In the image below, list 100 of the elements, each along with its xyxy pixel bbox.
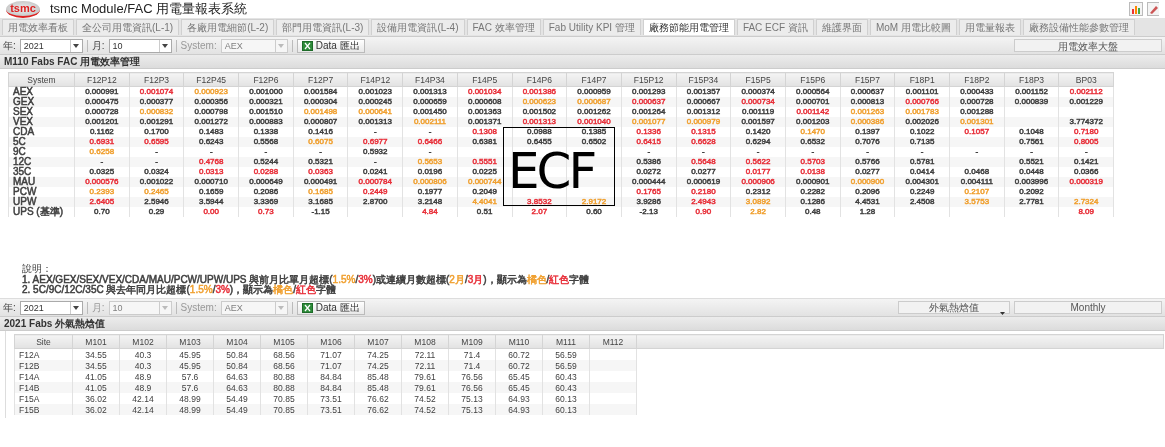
table-cell: 0.000491 <box>293 177 348 187</box>
table-cell: 0.001313 <box>347 117 403 127</box>
table-cell: 0.000728 <box>949 97 1005 107</box>
table-cell: 0.001313 <box>512 117 567 127</box>
table-cell: 0.000906 <box>730 177 786 187</box>
column-header: M110 <box>495 334 543 349</box>
table-cell: 54.49 <box>213 404 261 415</box>
tab[interactable]: MoM 用電比較圖 <box>869 19 957 35</box>
table-cell: 0.5551 <box>457 157 512 167</box>
table-cell: 0.29 <box>129 207 184 217</box>
table-cell: 3.5753 <box>949 197 1005 207</box>
table-cell: 84.84 <box>307 382 355 393</box>
export-button[interactable]: Data 匯出 <box>296 38 365 53</box>
column-header: M108 <box>401 334 449 349</box>
table-cell: 0.5653 <box>402 157 458 167</box>
spreadsheet-icon <box>301 302 313 313</box>
edit-icon[interactable] <box>1147 2 1159 16</box>
app-title: tsmc Module/FAC 用電量報表系統 <box>50 0 248 18</box>
tab[interactable]: 維護界面 <box>815 19 868 35</box>
column-header: F18P3 <box>1004 72 1059 87</box>
table-cell: 0.002111 <box>402 117 458 127</box>
tab[interactable]: FAC ECF 資訊 <box>736 19 814 35</box>
table-cell: 4.4041 <box>457 197 512 207</box>
row-header: 5C <box>8 137 75 147</box>
table-cell: 0.5321 <box>293 157 348 167</box>
table-cell: 0.5386 <box>621 157 677 167</box>
table-cell: 0.000444 <box>621 177 677 187</box>
export-button[interactable]: Data 匯出 <box>296 300 365 315</box>
table-cell: 74.52 <box>401 404 449 415</box>
table-cell: 0.5781 <box>894 157 950 167</box>
table-cell: 79.61 <box>401 382 449 393</box>
table-cell: 0.001203 <box>785 117 841 127</box>
row-header: VEX <box>8 117 75 127</box>
tab[interactable]: 用電效率看板 <box>2 19 74 35</box>
tab[interactable]: 全公司用電資訊(L-1) <box>76 19 180 35</box>
table-cell: 0.000659 <box>402 97 458 107</box>
period-button[interactable]: Monthly <box>1014 301 1162 314</box>
chart-icon[interactable] <box>1129 2 1143 16</box>
tab[interactable]: 廠務節能用電管理 <box>642 19 735 35</box>
table-cell: 0.003996 <box>1004 177 1059 187</box>
column-header: M101 <box>72 334 120 349</box>
table-cell: 0.00 <box>183 207 239 217</box>
table-cell: 40.3 <box>119 360 167 371</box>
dashboard-button[interactable]: 用電效率大盤 <box>1014 39 1162 52</box>
table-cell: 0.001291 <box>129 117 184 127</box>
caret-icon <box>162 305 169 310</box>
dropdown[interactable]: 2021 <box>19 38 83 53</box>
table-cell: 64.63 <box>213 382 261 393</box>
table-cell: - <box>129 157 184 167</box>
table-cell: 0.6294 <box>730 137 786 147</box>
table-cell: 0.5648 <box>676 157 731 167</box>
table-cell: 72.11 <box>401 360 449 371</box>
tab[interactable]: 部門用電資訊(L-3) <box>276 19 370 35</box>
table-cell: 3.0892 <box>730 197 786 207</box>
table-cell: 48.99 <box>166 404 214 415</box>
tab[interactable]: Fab Utility KPI 管理 <box>542 19 641 35</box>
tab[interactable]: 設備用電資訊(L-4) <box>371 19 465 35</box>
tab[interactable]: 用電量報表 <box>958 19 1021 35</box>
table-cell: 34.55 <box>72 360 120 371</box>
table-cell: 0.000883 <box>238 117 294 127</box>
row-header: F15B <box>14 404 73 415</box>
table-cell: 0.004111 <box>949 177 1005 187</box>
table-cell: 0.000304 <box>293 97 348 107</box>
column-header: F12P6 <box>238 72 294 87</box>
table-cell: 3.2148 <box>402 197 458 207</box>
table-cell: 0.000901 <box>785 177 841 187</box>
dropdown[interactable]: 10 <box>108 38 172 53</box>
dropdown[interactable]: 外氣熱焓值 <box>898 301 1010 314</box>
column-header: F14P7 <box>566 72 622 87</box>
tab[interactable]: FAC 效率管理 <box>466 19 541 35</box>
table-cell: 65.45 <box>495 382 543 393</box>
field-label: 年: <box>3 300 16 315</box>
table-cell: 45.95 <box>166 360 214 371</box>
table-cell: 0.70 <box>74 207 130 217</box>
column-header: M106 <box>307 334 355 349</box>
table-cell: 0.6243 <box>183 137 239 147</box>
table-cell: 0.001229 <box>1058 97 1114 107</box>
table-cell: 2.6405 <box>74 197 130 207</box>
row-header: F14B <box>14 382 73 393</box>
table-cell: 0.000687 <box>566 97 622 107</box>
table-cell: 0.5521 <box>1004 157 1059 167</box>
field-label: System: <box>180 302 217 313</box>
table-cell: 0.5568 <box>238 137 294 147</box>
tab[interactable]: 廠務設備性能參數管理 <box>1022 19 1135 35</box>
column-header: M102 <box>119 334 167 349</box>
table-cell: 0.6415 <box>621 137 677 147</box>
field-label: 月: <box>91 38 105 53</box>
dropdown[interactable]: 2021 <box>19 300 83 315</box>
table-cell: -1.15 <box>293 207 348 217</box>
table-cell: 60.43 <box>542 382 590 393</box>
table-cell: 0.6502 <box>566 137 622 147</box>
table-cell: 0.90 <box>676 207 731 217</box>
table-cell: 0.000377 <box>129 97 184 107</box>
table-cell: 0.1421 <box>1058 157 1114 167</box>
tab[interactable]: 各廠用電細節(L-2) <box>181 19 275 35</box>
table-cell: 0.000321 <box>238 97 294 107</box>
table-cell: 0.000701 <box>785 97 841 107</box>
table-cell: 0.000319 <box>1058 177 1114 187</box>
row-header: MAU <box>8 177 75 187</box>
table-cell: 0.001371 <box>457 117 512 127</box>
